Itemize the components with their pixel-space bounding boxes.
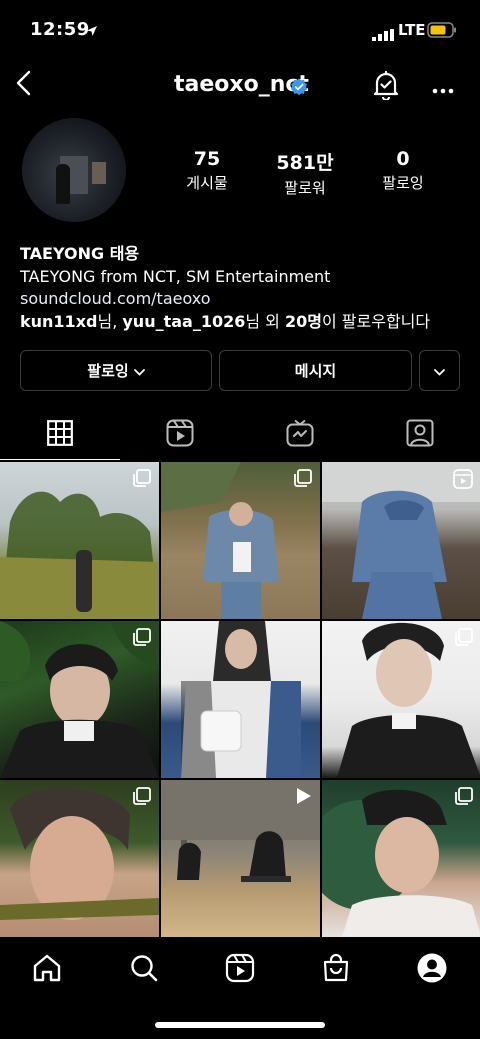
post-thumbnail[interactable] — [0, 621, 159, 778]
following-count-label: 팔로잉 — [382, 174, 424, 192]
location-arrow-icon — [86, 22, 98, 41]
followed-by-suffix: 이 팔로우합니다 — [321, 311, 431, 331]
signal-icon — [372, 26, 394, 45]
post-thumbnail[interactable] — [161, 621, 320, 778]
status-time: 12:59 — [30, 19, 90, 40]
followers-count-value: 581만 — [276, 152, 334, 174]
followed-by-count: 20명 — [284, 311, 322, 331]
suggested-users-button[interactable] — [419, 350, 460, 391]
reels-icon — [453, 469, 473, 493]
followed-by-user-2[interactable]: yuu_taa_1026 — [122, 312, 245, 331]
back-icon[interactable] — [14, 70, 36, 100]
igtv-icon — [286, 419, 314, 451]
followers-count[interactable]: 581만 팔로워 — [260, 148, 350, 198]
tab-igtv[interactable] — [240, 410, 360, 460]
verified-icon — [290, 78, 308, 100]
post-thumbnail[interactable] — [161, 780, 320, 937]
followed-by-text[interactable]: kun11xd님, yuu_taa_1026님 외 20명이 팔로우합니다 — [20, 312, 430, 331]
profile-display-name: TAEYONG 태용 — [20, 244, 140, 263]
tab-posts-grid[interactable] — [0, 410, 120, 460]
post-thumbnail[interactable] — [161, 462, 320, 619]
bottom-navigation — [0, 938, 480, 1004]
post-thumbnail[interactable] — [322, 621, 480, 778]
followed-by-separator: 님, — [97, 311, 123, 331]
message-button-label: 메시지 — [294, 362, 337, 380]
multiple-photos-icon — [294, 469, 312, 491]
chevron-down-icon — [133, 362, 145, 380]
profile-bio: TAEYONG 태용 TAEYONG from NCT, SM Entertai… — [20, 243, 470, 333]
multiple-photos-icon — [455, 628, 473, 650]
nav-reels[interactable] — [222, 952, 258, 988]
shop-icon — [321, 953, 351, 987]
home-icon — [32, 953, 62, 987]
profile-link[interactable]: soundcloud.com/taeoxo — [20, 288, 470, 311]
multiple-photos-icon — [133, 628, 151, 650]
nav-shop[interactable] — [318, 952, 354, 988]
posts-grid — [0, 462, 480, 937]
nav-profile[interactable] — [414, 952, 450, 988]
following-count-value: 0 — [396, 148, 410, 170]
reels-icon — [166, 419, 194, 451]
posts-count-value: 75 — [193, 148, 221, 170]
profile-username-title: taeoxo_nct — [174, 72, 309, 97]
reels-icon — [225, 953, 255, 987]
message-button[interactable]: 메시지 — [219, 350, 412, 391]
tab-tagged[interactable] — [360, 410, 480, 460]
post-thumbnail[interactable] — [0, 462, 159, 619]
posts-count[interactable]: 75 게시물 — [162, 148, 252, 193]
post-thumbnail[interactable] — [322, 462, 480, 619]
more-icon[interactable] — [432, 80, 454, 99]
tagged-icon — [406, 419, 434, 451]
status-bar: 12:59 LTE — [0, 0, 480, 60]
nav-search[interactable] — [126, 952, 162, 988]
followers-count-label: 팔로워 — [284, 179, 326, 197]
multiple-photos-icon — [133, 787, 151, 809]
multiple-photos-icon — [455, 787, 473, 809]
followed-by-user-1[interactable]: kun11xd — [20, 312, 97, 331]
post-thumbnail[interactable] — [0, 780, 159, 937]
multiple-photos-icon — [133, 469, 151, 491]
search-icon — [129, 953, 159, 987]
post-thumbnail[interactable] — [322, 780, 480, 937]
following-button-label: 팔로잉 — [87, 362, 129, 380]
following-count[interactable]: 0 팔로잉 — [358, 148, 448, 193]
following-button[interactable]: 팔로잉 — [20, 350, 212, 391]
battery-icon — [427, 22, 457, 42]
profile-description: TAEYONG from NCT, SM Entertainment — [20, 266, 331, 286]
nav-home[interactable] — [29, 952, 65, 988]
posts-count-label: 게시물 — [186, 174, 228, 192]
tab-reels[interactable] — [120, 410, 240, 460]
chevron-down-icon — [434, 362, 445, 380]
video-icon — [294, 787, 312, 809]
network-type: LTE — [398, 21, 426, 39]
profile-avatar[interactable] — [22, 118, 126, 222]
home-indicator — [155, 1022, 325, 1028]
notification-bell-icon[interactable] — [372, 70, 400, 104]
grid-icon — [47, 419, 73, 450]
profile-icon — [416, 952, 448, 988]
followed-by-separator: 님 외 — [245, 311, 285, 331]
